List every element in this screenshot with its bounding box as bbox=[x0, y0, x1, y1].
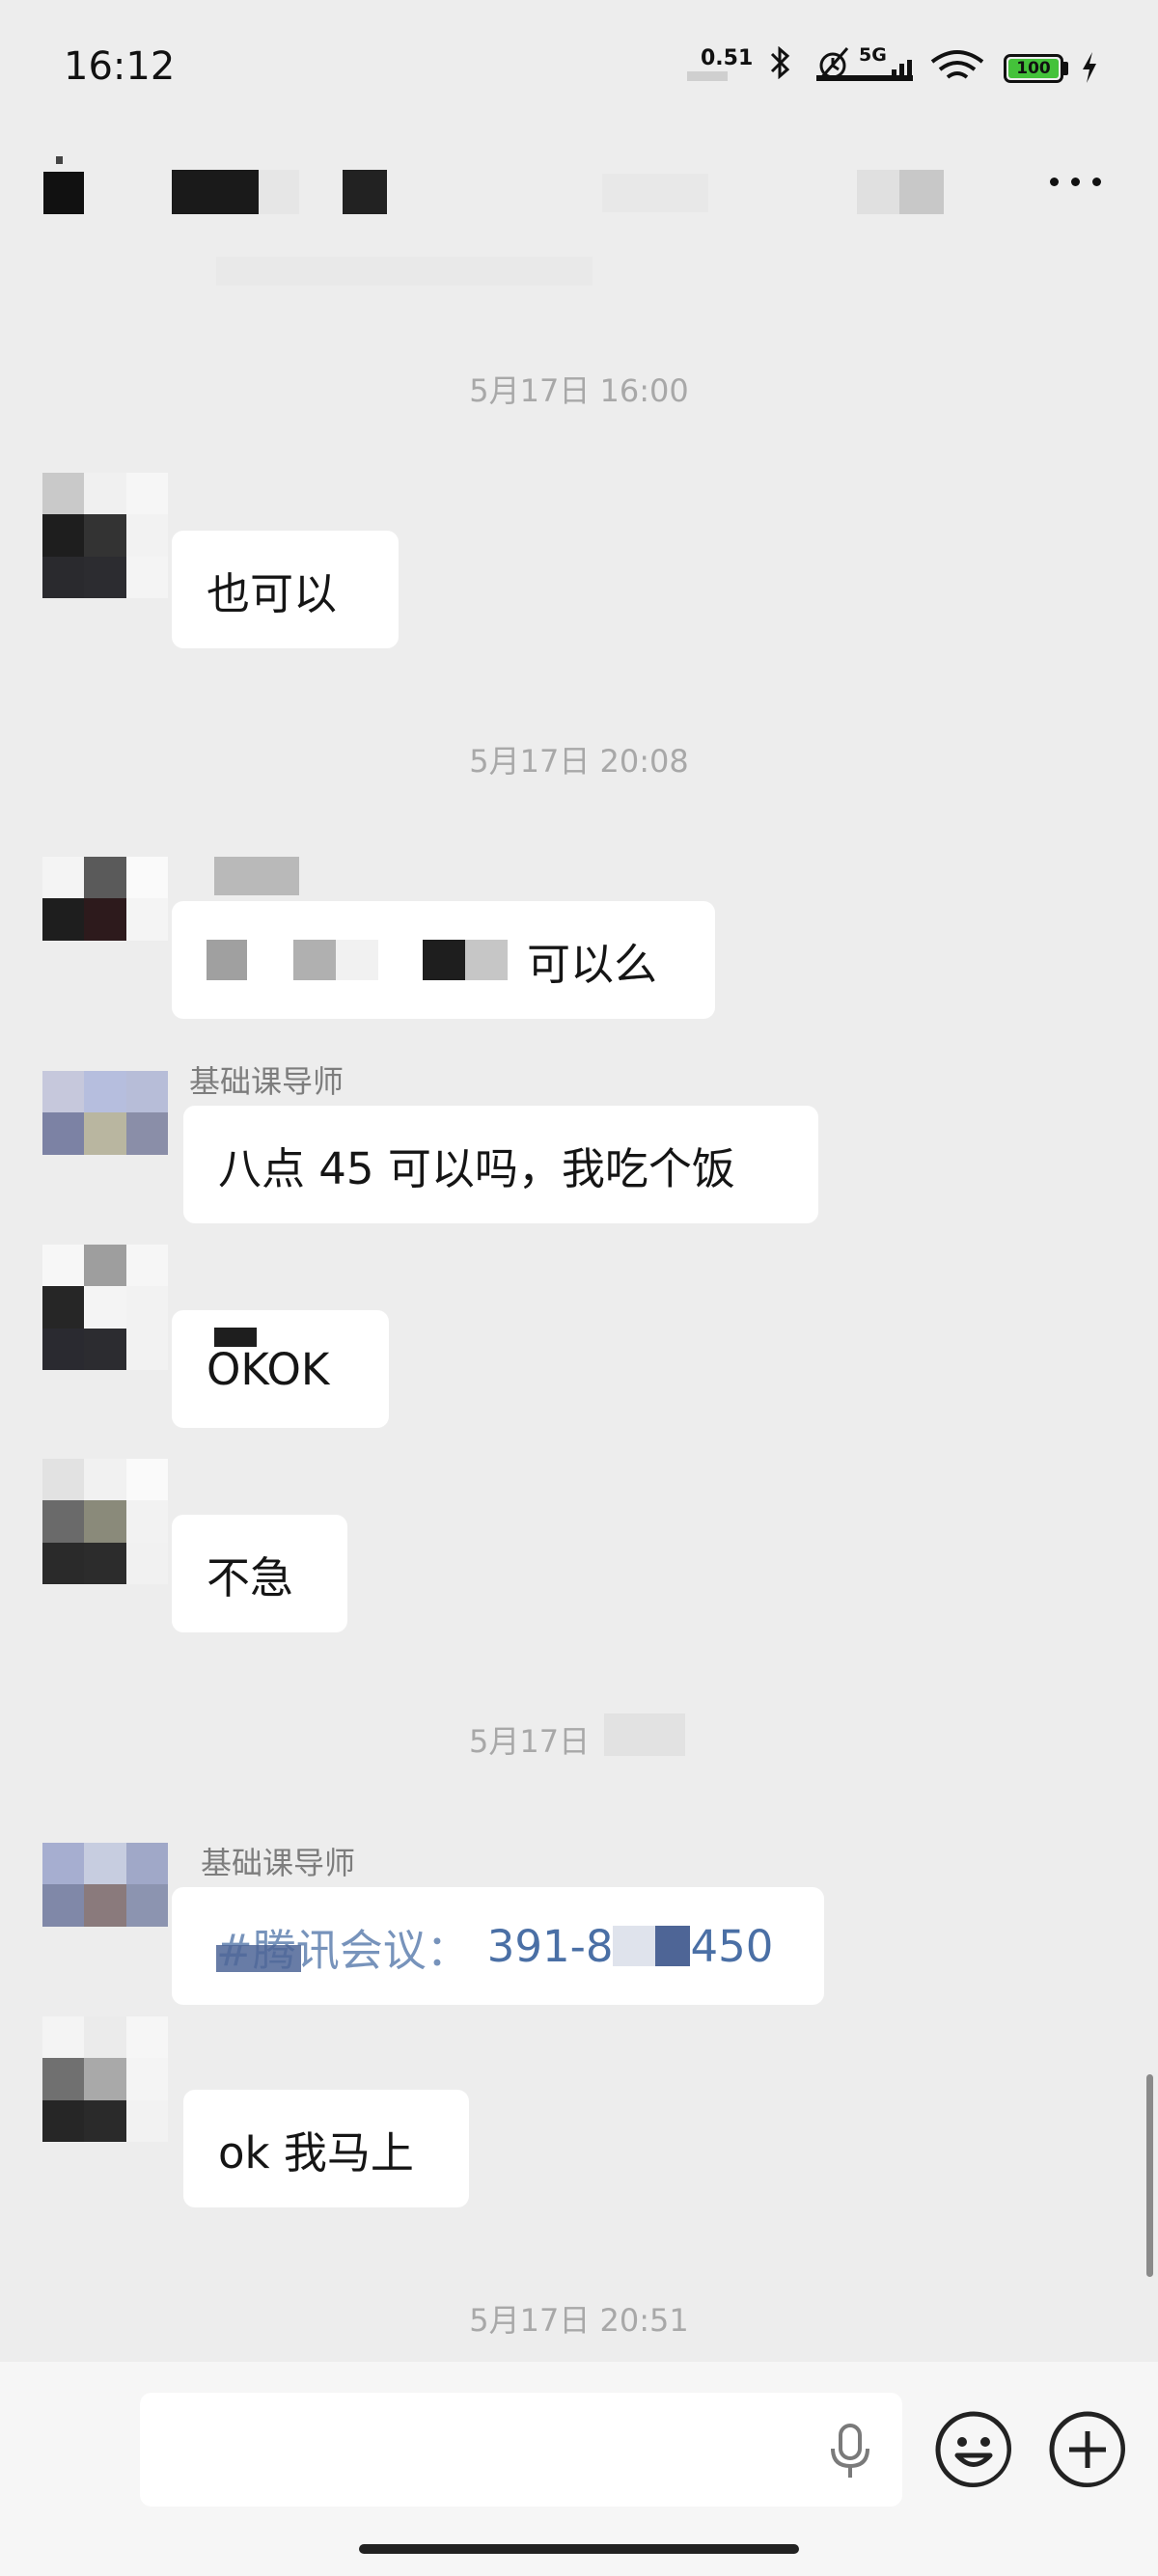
meeting-id-prefix[interactable]: 391-8 bbox=[487, 1921, 614, 1972]
message-bubble[interactable]: 不急 bbox=[172, 1515, 347, 1632]
chat-header bbox=[0, 135, 1158, 286]
message-text: OKOK bbox=[207, 1343, 330, 1395]
avatar[interactable] bbox=[42, 857, 168, 982]
wifi-icon bbox=[930, 50, 984, 79]
status-bar: 16:12 0.51 5G 100 bbox=[0, 0, 1158, 135]
chat-title-blur-7 bbox=[899, 170, 944, 214]
chat-title-blur-5 bbox=[602, 174, 708, 212]
more-options-dot bbox=[1071, 178, 1080, 186]
charging-icon bbox=[1083, 52, 1096, 83]
chat-title-blur-3 bbox=[259, 170, 299, 214]
chat-title-blur-4 bbox=[343, 170, 387, 214]
avatar[interactable] bbox=[42, 1245, 168, 1370]
message-text: 不急 bbox=[207, 1551, 294, 1603]
avatar[interactable] bbox=[42, 1071, 168, 1196]
network-speed-unit-blur bbox=[687, 71, 728, 81]
chat-title-blur-1 bbox=[43, 172, 84, 214]
avatar[interactable] bbox=[42, 2016, 168, 2142]
meeting-id-suffix[interactable]: 450 bbox=[690, 1921, 773, 1972]
redacted-block bbox=[293, 940, 336, 980]
avatar[interactable] bbox=[42, 473, 168, 598]
network-speed: 0.51 bbox=[701, 46, 754, 70]
timestamp-redacted-block bbox=[604, 1713, 685, 1756]
emoji-button[interactable] bbox=[934, 2410, 1011, 2487]
chat-title-blur-2 bbox=[172, 170, 259, 214]
message-text: 可以么 bbox=[527, 938, 658, 990]
message-bubble[interactable]: 可以么 bbox=[172, 901, 715, 1019]
message-text: 也可以 bbox=[207, 567, 338, 619]
redacted-block bbox=[216, 1945, 301, 1972]
chat-scrollbar[interactable] bbox=[1146, 2074, 1153, 2277]
timestamp: 5月17日 20:08 bbox=[469, 743, 689, 780]
sender-name: 基础课导师 bbox=[189, 1063, 345, 1100]
redacted-block bbox=[207, 940, 247, 980]
message-bubble[interactable]: ok 我马上 bbox=[183, 2090, 469, 2207]
message-bubble[interactable]: 也可以 bbox=[172, 531, 399, 648]
sender-name-blur bbox=[214, 857, 299, 895]
header-subtitle-blur bbox=[216, 257, 593, 286]
signal-icon bbox=[816, 60, 913, 81]
message-input[interactable] bbox=[140, 2393, 902, 2507]
status-time: 16:12 bbox=[64, 44, 176, 89]
redacted-block bbox=[336, 940, 378, 980]
battery-icon: 100 bbox=[1004, 54, 1063, 83]
message-text: ok 我马上 bbox=[218, 2126, 414, 2179]
sender-name: 基础课导师 bbox=[201, 1845, 356, 1881]
back-arrow-icon[interactable] bbox=[56, 156, 63, 164]
chat-title-blur-6 bbox=[857, 170, 899, 214]
timestamp: 5月17日 bbox=[469, 1723, 591, 1760]
timestamp: 5月17日 16:00 bbox=[469, 372, 689, 409]
add-button[interactable] bbox=[1048, 2410, 1125, 2487]
battery-level: 100 bbox=[1008, 59, 1059, 78]
redacted-block bbox=[465, 940, 508, 980]
battery-tip bbox=[1063, 62, 1068, 75]
message-bubble[interactable]: 八点 45 可以吗，我吃个饭 bbox=[183, 1106, 818, 1223]
microphone-icon[interactable] bbox=[828, 2422, 872, 2483]
bluetooth-icon bbox=[770, 46, 790, 79]
avatar[interactable] bbox=[42, 1843, 168, 1968]
message-bubble[interactable]: OKOK bbox=[172, 1310, 389, 1428]
timestamp: 5月17日 20:51 bbox=[469, 2302, 689, 2339]
avatar[interactable] bbox=[42, 1459, 168, 1584]
redacted-block bbox=[214, 1328, 257, 1347]
more-options-dot bbox=[1092, 178, 1101, 186]
more-options-icon bbox=[1050, 178, 1059, 186]
home-indicator[interactable] bbox=[359, 2544, 799, 2554]
redacted-block bbox=[655, 1926, 691, 1966]
more-options-button[interactable] bbox=[1042, 162, 1110, 201]
message-text: 八点 45 可以吗，我吃个饭 bbox=[218, 1142, 735, 1194]
redacted-block bbox=[423, 940, 465, 980]
redacted-block bbox=[613, 1926, 656, 1966]
